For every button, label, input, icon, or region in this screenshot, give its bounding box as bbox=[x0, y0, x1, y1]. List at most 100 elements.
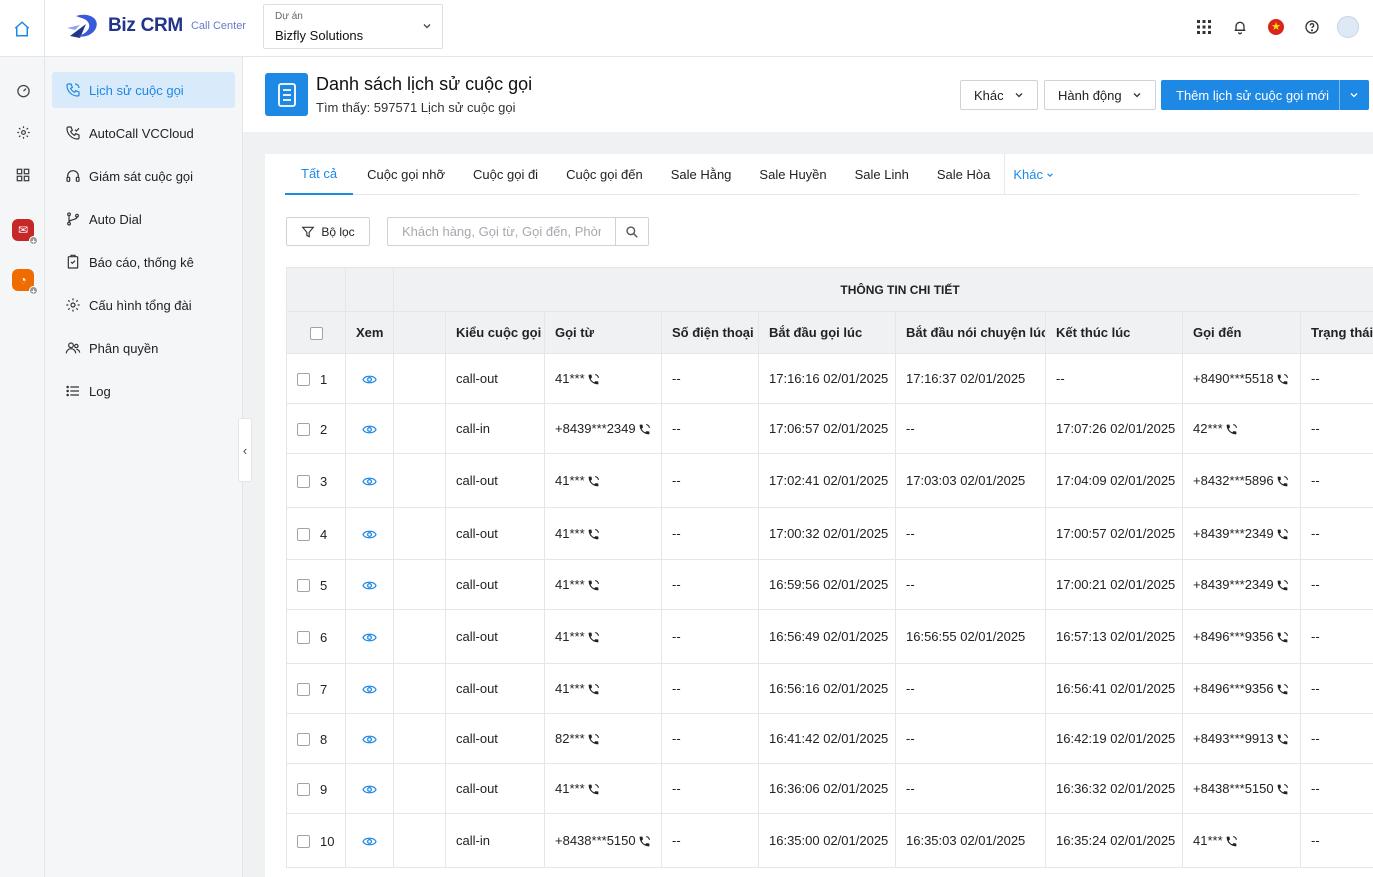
eye-icon[interactable] bbox=[362, 834, 377, 849]
tab-outgoing[interactable]: Cuộc gọi đi bbox=[459, 154, 552, 195]
eye-icon[interactable] bbox=[362, 578, 377, 593]
table-row[interactable]: 3 call-out 41*** -- 17:02:41 02/01/2025 17:03… bbox=[286, 453, 1373, 508]
col-header-talk-start[interactable]: Bắt đầu nói chuyện lúc bbox=[895, 311, 1046, 354]
sidebar-item-permissions[interactable]: Phân quyền bbox=[52, 330, 235, 366]
sidebar-item-autocall[interactable]: AutoCall VCCloud bbox=[52, 115, 235, 151]
sidebar-item-auto-dial[interactable]: Auto Dial bbox=[52, 201, 235, 237]
phone-call-icon[interactable] bbox=[1276, 528, 1289, 541]
dashboard-icon[interactable] bbox=[12, 79, 34, 101]
top-bar: Biz CRM Call Center Dự án Bizfly Solutio… bbox=[0, 0, 1373, 57]
tab-sale-hang[interactable]: Sale Hằng bbox=[657, 154, 746, 195]
phone-call-icon[interactable] bbox=[638, 835, 651, 848]
row-checkbox[interactable] bbox=[297, 682, 310, 696]
action-dropdown-button[interactable]: Hành động bbox=[1044, 80, 1156, 110]
eye-icon[interactable] bbox=[362, 527, 377, 542]
other-dropdown-button[interactable]: Khác bbox=[960, 80, 1038, 110]
search-button[interactable] bbox=[615, 218, 648, 245]
eye-icon[interactable] bbox=[362, 372, 377, 387]
phone-call-icon[interactable] bbox=[587, 733, 600, 746]
row-checkbox[interactable] bbox=[297, 732, 310, 746]
sidebar-item-switchboard-config[interactable]: Cấu hình tổng đài bbox=[52, 287, 235, 323]
chat-app-icon[interactable]: ◔ + bbox=[12, 269, 38, 296]
col-header-status[interactable]: Trạng thái cuộc gọi bbox=[1299, 311, 1373, 354]
phone-call-icon[interactable] bbox=[1276, 733, 1289, 746]
brand-logo[interactable]: Biz CRM Call Center bbox=[66, 10, 246, 42]
eye-icon[interactable] bbox=[362, 732, 377, 747]
table-row[interactable]: 2 call-in +8439***2349 -- 17:06:57 02/01/202… bbox=[286, 403, 1373, 454]
home-icon[interactable] bbox=[0, 0, 45, 57]
phone-call-icon[interactable] bbox=[1276, 631, 1289, 644]
end-cell: 16:42:19 02/01/2025 bbox=[1045, 713, 1183, 764]
phone-call-icon[interactable] bbox=[587, 475, 600, 488]
table-row[interactable]: 7 call-out 41*** -- 16:56:16 02/01/2025 -- 16:… bbox=[286, 663, 1373, 714]
select-all-checkbox[interactable] bbox=[286, 311, 346, 354]
filter-button[interactable]: Bộ lọc bbox=[286, 217, 370, 246]
sidebar-item-reports[interactable]: Báo cáo, thống kê bbox=[52, 244, 235, 280]
tab-more[interactable]: Khác bbox=[1004, 154, 1062, 195]
sidebar-item-call-monitor[interactable]: Giám sát cuộc gọi bbox=[52, 158, 235, 194]
table-row[interactable]: 4 call-out 41*** -- 17:00:32 02/01/2025 -- 17:… bbox=[286, 507, 1373, 560]
table-row[interactable]: 10 call-in +8438***5150 -- 16:35:00 02/01/20… bbox=[286, 813, 1373, 868]
tab-all[interactable]: Tất cả bbox=[285, 154, 354, 195]
phone-call-icon[interactable] bbox=[587, 373, 600, 386]
help-icon[interactable] bbox=[1301, 14, 1323, 40]
phone-call-icon[interactable] bbox=[638, 423, 651, 436]
col-header-end[interactable]: Kết thúc lúc bbox=[1045, 311, 1183, 354]
modules-grid-icon[interactable] bbox=[12, 164, 34, 186]
col-header-start[interactable]: Bắt đầu gọi lúc bbox=[758, 311, 896, 354]
row-checkbox[interactable] bbox=[297, 422, 310, 436]
tab-sale-linh[interactable]: Sale Linh bbox=[841, 154, 923, 195]
phone-call-icon[interactable] bbox=[587, 783, 600, 796]
tab-missed[interactable]: Cuộc gọi nhỡ bbox=[353, 154, 459, 195]
project-select[interactable]: Dự án Bizfly Solutions bbox=[263, 4, 443, 49]
eye-icon[interactable] bbox=[362, 474, 377, 489]
tab-sale-huyen[interactable]: Sale Huyền bbox=[745, 154, 840, 195]
user-avatar[interactable] bbox=[1337, 14, 1359, 40]
apps-grid-icon[interactable] bbox=[1193, 14, 1215, 40]
eye-icon[interactable] bbox=[362, 682, 377, 697]
search-input[interactable] bbox=[388, 218, 615, 245]
phone-call-icon[interactable] bbox=[1276, 373, 1289, 386]
phone-call-icon[interactable] bbox=[1276, 579, 1289, 592]
row-checkbox[interactable] bbox=[297, 474, 310, 488]
row-checkbox[interactable] bbox=[297, 372, 310, 386]
col-header-phone[interactable]: Số điện thoại bbox=[661, 311, 759, 354]
mail-app-icon[interactable]: ✉ + bbox=[12, 219, 38, 246]
row-checkbox[interactable] bbox=[297, 834, 310, 848]
language-flag-icon[interactable]: ★ bbox=[1265, 14, 1287, 40]
phone-call-icon[interactable] bbox=[587, 528, 600, 541]
table-row[interactable]: 1 call-out 41*** -- 17:16:16 02/01/2025 17:16… bbox=[286, 353, 1373, 404]
settings-icon[interactable] bbox=[12, 121, 34, 143]
col-header-from[interactable]: Gọi từ bbox=[544, 311, 662, 354]
phone-call-icon[interactable] bbox=[1276, 475, 1289, 488]
sidebar-collapse-button[interactable]: ‹ bbox=[238, 418, 252, 482]
phone-call-icon[interactable] bbox=[1276, 783, 1289, 796]
table-row[interactable]: 5 call-out 41*** -- 16:59:56 02/01/2025 -- 17:… bbox=[286, 559, 1373, 610]
table-row[interactable]: 8 call-out 82*** -- 16:41:42 02/01/2025 -- 16:… bbox=[286, 713, 1373, 764]
phone-call-icon[interactable] bbox=[1276, 683, 1289, 696]
eye-icon[interactable] bbox=[362, 782, 377, 797]
row-checkbox[interactable] bbox=[297, 630, 310, 644]
eye-icon[interactable] bbox=[362, 422, 377, 437]
row-checkbox[interactable] bbox=[297, 782, 310, 796]
phone-call-icon[interactable] bbox=[1225, 835, 1238, 848]
tab-incoming[interactable]: Cuộc gọi đến bbox=[552, 154, 657, 195]
phone-call-icon[interactable] bbox=[587, 631, 600, 644]
sidebar-item-label: Báo cáo, thống kê bbox=[89, 254, 194, 270]
eye-icon[interactable] bbox=[362, 630, 377, 645]
col-header-call-type[interactable]: Kiểu cuộc gọi bbox=[445, 311, 545, 354]
row-checkbox[interactable] bbox=[297, 527, 310, 541]
table-row[interactable]: 9 call-out 41*** -- 16:36:06 02/01/2025 -- 16:… bbox=[286, 763, 1373, 814]
table-row[interactable]: 6 call-out 41*** -- 16:56:49 02/01/2025 16:56… bbox=[286, 609, 1373, 664]
phone-call-icon[interactable] bbox=[1225, 423, 1238, 436]
phone-call-icon[interactable] bbox=[587, 683, 600, 696]
chevron-down-icon[interactable] bbox=[1340, 90, 1368, 100]
sidebar-item-log[interactable]: Log bbox=[52, 373, 235, 409]
tab-sale-hoa[interactable]: Sale Hòa bbox=[923, 154, 1004, 195]
row-checkbox[interactable] bbox=[297, 578, 310, 592]
add-call-history-button[interactable]: Thêm lịch sử cuộc gọi mới bbox=[1161, 80, 1370, 110]
bell-icon[interactable] bbox=[1229, 14, 1251, 40]
col-header-to[interactable]: Gọi đến bbox=[1182, 311, 1301, 354]
phone-call-icon[interactable] bbox=[587, 579, 600, 592]
sidebar-item-call-history[interactable]: Lịch sử cuộc gọi bbox=[52, 72, 235, 108]
